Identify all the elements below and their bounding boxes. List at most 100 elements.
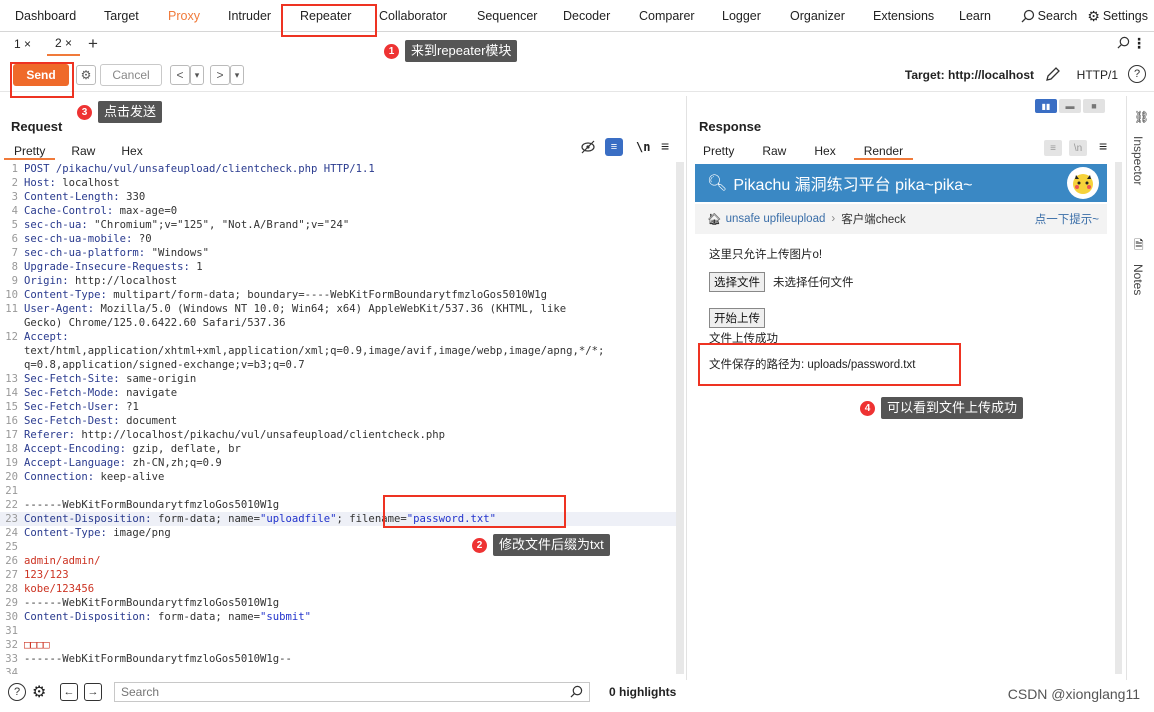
- add-tab-button[interactable]: +: [80, 34, 106, 54]
- pretty-print-toggle-icon[interactable]: ≡: [605, 138, 623, 156]
- code-line[interactable]: 23 Content-Disposition: form-data; name="…: [0, 512, 676, 526]
- tab-extensions[interactable]: Extensions: [873, 0, 934, 32]
- request-search-input[interactable]: [114, 682, 590, 702]
- tab-organizer[interactable]: Organizer: [790, 0, 845, 32]
- code-line[interactable]: 18 Accept-Encoding: gzip, deflate, br: [0, 442, 676, 456]
- request-scrollbar[interactable]: [676, 162, 684, 674]
- code-token: ------WebKitFormBoundarytfmzloGos5010W1g: [24, 597, 280, 609]
- back-icon[interactable]: <: [170, 65, 190, 85]
- wrap-lines-icon[interactable]: ≡: [1044, 140, 1062, 156]
- menu-icon[interactable]: ≡: [661, 138, 669, 154]
- response-tab-hex[interactable]: Hex: [804, 142, 845, 160]
- code-line[interactable]: 34: [0, 666, 676, 674]
- code-line[interactable]: 13 Sec-Fetch-Site: same-origin: [0, 372, 676, 386]
- choose-file-button[interactable]: 选择文件: [709, 272, 765, 292]
- request-tab-raw[interactable]: Raw: [61, 142, 105, 160]
- hide-nonprintable-icon[interactable]: [580, 140, 596, 157]
- tab-intruder[interactable]: Intruder: [228, 0, 271, 32]
- code-line[interactable]: 10 Content-Type: multipart/form-data; bou…: [0, 288, 676, 302]
- cancel-button[interactable]: Cancel: [100, 64, 162, 86]
- newline-toggle-icon[interactable]: \n: [1069, 140, 1087, 156]
- request-tab-pretty[interactable]: Pretty: [4, 142, 56, 160]
- edit-target-pencil-icon[interactable]: [1044, 65, 1062, 86]
- code-line[interactable]: 31: [0, 624, 676, 638]
- request-tab-hex[interactable]: Hex: [111, 142, 152, 160]
- response-tab-render[interactable]: Render: [853, 142, 914, 160]
- code-line[interactable]: 15 Sec-Fetch-User: ?1: [0, 400, 676, 414]
- code-line[interactable]: text/html,application/xhtml+xml,applicat…: [0, 344, 676, 358]
- code-line[interactable]: 22 ------WebKitFormBoundarytfmzloGos5010W…: [0, 498, 676, 512]
- code-line[interactable]: 2 Host: localhost: [0, 176, 676, 190]
- layout-stacked-icon[interactable]: ▬: [1059, 99, 1081, 113]
- gear-icon[interactable]: ⚙: [32, 682, 46, 702]
- tab-dashboard[interactable]: Dashboard: [15, 0, 76, 32]
- send-settings-gear-icon[interactable]: ⚙: [76, 65, 96, 85]
- code-line[interactable]: 16 Sec-Fetch-Dest: document: [0, 414, 676, 428]
- layout-tabs-icon[interactable]: ■: [1083, 99, 1105, 113]
- code-line[interactable]: 19 Accept-Language: zh-CN,zh;q=0.9: [0, 456, 676, 470]
- inspector-icon[interactable]: ⛓: [1134, 110, 1149, 124]
- code-line[interactable]: 29 ------WebKitFormBoundarytfmzloGos5010W…: [0, 596, 676, 610]
- code-token: kobe/123456: [24, 583, 95, 595]
- tab-comparer[interactable]: Comparer: [639, 0, 695, 32]
- upload-button[interactable]: 开始上传: [709, 308, 765, 328]
- repeater-tab-1[interactable]: 1 ×: [6, 32, 39, 56]
- global-settings[interactable]: ⚙ Settings: [1087, 8, 1148, 25]
- code-line[interactable]: 3 Content-Length: 330: [0, 190, 676, 204]
- next-match-icon[interactable]: →: [84, 683, 102, 701]
- code-line[interactable]: 33 ------WebKitFormBoundarytfmzloGos5010W…: [0, 652, 676, 666]
- forward-history-dropdown-icon[interactable]: ▾: [230, 65, 244, 85]
- more-options-icon[interactable]: ⋮: [1132, 35, 1146, 52]
- code-line[interactable]: 7 sec-ch-ua-platform: "Windows": [0, 246, 676, 260]
- menu-icon[interactable]: ≡: [1099, 138, 1107, 154]
- code-line[interactable]: 17 Referer: http://localhost/pikachu/vul/…: [0, 428, 676, 442]
- code-line[interactable]: 11 User-Agent: Mozilla/5.0 (Windows NT 10…: [0, 302, 676, 316]
- help-icon[interactable]: ?: [1128, 65, 1146, 83]
- notes-tab[interactable]: Notes: [1131, 264, 1145, 295]
- response-scrollbar[interactable]: [1115, 162, 1122, 674]
- code-line[interactable]: 32 □□□□: [0, 638, 676, 652]
- code-line[interactable]: Gecko) Chrome/125.0.6422.60 Safari/537.3…: [0, 316, 676, 330]
- inspector-tab[interactable]: Inspector: [1131, 136, 1145, 185]
- previous-match-icon[interactable]: ←: [60, 683, 78, 701]
- code-line[interactable]: 8 Upgrade-Insecure-Requests: 1: [0, 260, 676, 274]
- code-line[interactable]: 12 Accept:: [0, 330, 676, 344]
- layout-side-by-side-icon[interactable]: ▮▮: [1035, 99, 1057, 113]
- forward-icon[interactable]: >: [210, 65, 230, 85]
- repeater-tab-2[interactable]: 2 ×: [47, 32, 81, 56]
- code-line[interactable]: 14 Sec-Fetch-Mode: navigate: [0, 386, 676, 400]
- code-line[interactable]: 26 admin/admin/: [0, 554, 676, 568]
- hint-link[interactable]: 点一下提示~: [1035, 211, 1099, 227]
- code-line[interactable]: 21: [0, 484, 676, 498]
- request-editor[interactable]: 1 POST /pikachu/vul/unsafeupload/clientch…: [0, 162, 676, 674]
- tab-sequencer[interactable]: Sequencer: [477, 0, 537, 32]
- breadcrumb-link[interactable]: unsafe upfileupload: [726, 213, 826, 225]
- code-line[interactable]: 9 Origin: http://localhost: [0, 274, 676, 288]
- notes-icon[interactable]: 🗎︎: [1134, 236, 1144, 257]
- tab-collaborator[interactable]: Collaborator: [379, 0, 447, 32]
- code-line[interactable]: q=0.8,application/signed-exchange;v=b3;q…: [0, 358, 676, 372]
- tab-decoder[interactable]: Decoder: [563, 0, 610, 32]
- http-version-label[interactable]: HTTP/1: [1077, 68, 1118, 82]
- tab-learn[interactable]: Learn: [959, 0, 991, 32]
- code-token: form-data; name=: [157, 513, 260, 525]
- code-line[interactable]: 30 Content-Disposition: form-data; name="…: [0, 610, 676, 624]
- newline-toggle[interactable]: \n: [636, 140, 650, 154]
- code-line[interactable]: 4 Cache-Control: max-age=0: [0, 204, 676, 218]
- code-line[interactable]: 6 sec-ch-ua-mobile: ?0: [0, 232, 676, 246]
- response-tab-pretty[interactable]: Pretty: [693, 142, 744, 160]
- help-icon[interactable]: ?: [8, 683, 26, 701]
- tab-target[interactable]: Target: [104, 0, 139, 32]
- code-line[interactable]: 20 Connection: keep-alive: [0, 470, 676, 484]
- code-line[interactable]: 28 kobe/123456: [0, 582, 676, 596]
- code-line[interactable]: 5 sec-ch-ua: "Chromium";v="125", "Not.A/B…: [0, 218, 676, 232]
- search-tabs-icon[interactable]: [1117, 36, 1130, 52]
- side-rail: ⛓ Inspector 🗎︎ Notes: [1126, 96, 1154, 680]
- back-history-dropdown-icon[interactable]: ▾: [190, 65, 204, 85]
- code-line[interactable]: 1 POST /pikachu/vul/unsafeupload/clientch…: [0, 162, 676, 176]
- tab-logger[interactable]: Logger: [722, 0, 761, 32]
- tab-proxy[interactable]: Proxy: [168, 0, 200, 32]
- code-line[interactable]: 27 123/123: [0, 568, 676, 582]
- response-tab-raw[interactable]: Raw: [752, 142, 796, 160]
- global-search[interactable]: Search: [1021, 9, 1077, 23]
